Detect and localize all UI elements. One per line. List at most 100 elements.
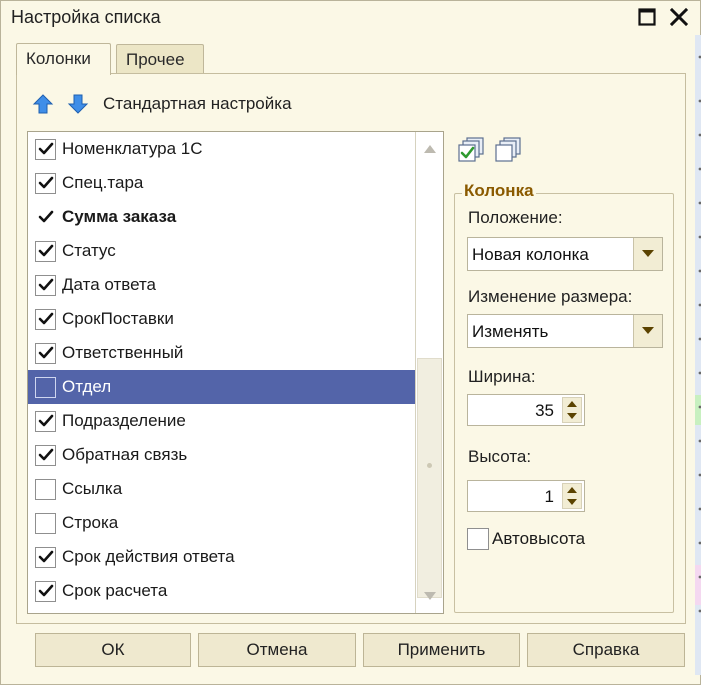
scrollbar-grip-icon xyxy=(427,463,432,468)
list-item[interactable]: Подразделение xyxy=(28,404,415,438)
checkmark-icon xyxy=(38,244,54,258)
checkmark-icon xyxy=(38,448,54,462)
column-checkbox[interactable] xyxy=(35,308,56,330)
column-label: Обратная связь xyxy=(62,445,188,464)
column-checkbox[interactable] xyxy=(35,444,56,466)
column-label: Номенклатура 1С xyxy=(62,139,203,158)
height-stepper[interactable]: 1 xyxy=(467,480,585,512)
width-spin-buttons[interactable] xyxy=(562,397,582,423)
height-spin-buttons[interactable] xyxy=(562,483,582,509)
column-checkbox[interactable] xyxy=(35,274,56,296)
column-label: Дата ответа xyxy=(62,275,157,294)
window-title: Настройка списка xyxy=(11,7,161,27)
list-item[interactable]: Срок расчета xyxy=(28,574,415,608)
column-label: Спец.тара xyxy=(62,173,144,192)
checkmark-icon xyxy=(38,550,54,564)
position-label: Положение: xyxy=(468,208,563,227)
spin-down-icon[interactable] xyxy=(567,413,577,419)
columns-list[interactable]: Номенклатура 1С Спец.тара Сумма заказа Стат… xyxy=(27,131,444,614)
checkmark-icon xyxy=(38,346,54,360)
columns-toolbar: Стандартная настройка xyxy=(31,91,292,117)
column-label: Срок расчета xyxy=(62,581,168,600)
list-item[interactable]: Ответственный xyxy=(28,336,415,370)
resize-select[interactable]: Изменять xyxy=(467,314,663,348)
list-item[interactable]: Сумма заказа xyxy=(28,200,415,234)
list-item[interactable]: Номенклатура 1С xyxy=(28,132,415,166)
title-bar: Настройка списка xyxy=(1,1,700,35)
column-checkbox[interactable] xyxy=(35,580,56,602)
columns-list-items: Номенклатура 1С Спец.тара Сумма заказа Стат… xyxy=(28,132,415,608)
list-settings-dialog: Настройка списка Колонки Прочее Стандарт… xyxy=(0,0,701,685)
chevron-down-icon[interactable] xyxy=(633,238,662,270)
list-item[interactable]: Статус xyxy=(28,234,415,268)
height-value: 1 xyxy=(544,487,554,506)
column-label: Статус xyxy=(62,241,116,260)
column-label: Отдел xyxy=(62,377,112,396)
checkmark-icon xyxy=(38,176,54,190)
tab-columns[interactable]: Колонки xyxy=(16,43,111,75)
group-title-column: Колонка xyxy=(462,181,536,201)
checkmark-icon xyxy=(38,584,54,598)
chevron-down-icon[interactable] xyxy=(633,315,662,347)
autoheight-checkbox[interactable] xyxy=(467,528,489,550)
column-label: Срок действия ответа xyxy=(62,547,235,566)
width-label: Ширина: xyxy=(468,367,536,386)
spin-up-icon[interactable] xyxy=(567,401,577,407)
column-label: Ссылка xyxy=(62,479,123,498)
resize-label: Изменение размера: xyxy=(468,287,633,306)
maximize-icon[interactable] xyxy=(637,7,657,27)
resize-select-value: Изменять xyxy=(472,322,549,341)
list-item[interactable]: Спец.тара xyxy=(28,166,415,200)
close-icon[interactable] xyxy=(669,7,689,27)
column-label: СрокПоставки xyxy=(62,309,174,328)
column-checkbox[interactable] xyxy=(35,512,56,534)
width-stepper[interactable]: 35 xyxy=(467,394,585,426)
standard-settings-link[interactable]: Стандартная настройка xyxy=(103,94,292,114)
list-item[interactable]: Срок действия ответа xyxy=(28,540,415,574)
column-label: Сумма заказа xyxy=(62,207,177,226)
tab-other[interactable]: Прочее xyxy=(116,44,204,75)
list-item[interactable]: Дата ответа xyxy=(28,268,415,302)
move-up-icon[interactable] xyxy=(31,92,55,116)
check-all-icon[interactable] xyxy=(457,135,487,165)
checkmark-icon xyxy=(38,210,54,224)
apply-button[interactable]: Применить xyxy=(363,633,520,667)
column-checkbox[interactable] xyxy=(35,240,56,262)
autoheight-option[interactable]: Автовысота xyxy=(467,528,585,550)
height-label: Высота: xyxy=(468,447,532,466)
column-label: Строка xyxy=(62,513,119,532)
help-button[interactable]: Справка xyxy=(527,633,685,667)
spin-up-icon[interactable] xyxy=(567,487,577,493)
list-item[interactable]: Обратная связь xyxy=(28,438,415,472)
column-checkbox[interactable] xyxy=(35,342,56,364)
move-down-icon[interactable] xyxy=(66,92,90,116)
column-checkbox[interactable] xyxy=(35,138,56,160)
checkmark-icon xyxy=(38,142,54,156)
column-checkbox[interactable] xyxy=(35,207,56,228)
column-checkbox[interactable] xyxy=(35,172,56,194)
spin-down-icon[interactable] xyxy=(567,499,577,505)
list-item[interactable]: Ссылка xyxy=(28,472,415,506)
position-select[interactable]: Новая колонка xyxy=(467,237,663,271)
column-checkbox[interactable] xyxy=(35,478,56,500)
cancel-button[interactable]: Отмена xyxy=(198,633,356,667)
uncheck-all-icon[interactable] xyxy=(494,135,524,165)
scroll-down-icon[interactable] xyxy=(416,579,443,613)
column-checkbox[interactable] xyxy=(35,546,56,568)
column-checkbox[interactable] xyxy=(35,410,56,432)
position-select-value: Новая колонка xyxy=(472,245,589,264)
scroll-up-icon[interactable] xyxy=(416,132,443,166)
column-label: Подразделение xyxy=(62,411,186,430)
column-checkbox[interactable] xyxy=(35,376,56,398)
checkmark-icon xyxy=(38,414,54,428)
autoheight-label: Автовысота xyxy=(492,529,586,548)
list-item[interactable]: СрокПоставки xyxy=(28,302,415,336)
checkmark-icon xyxy=(38,312,54,326)
width-value: 35 xyxy=(535,401,554,420)
list-item[interactable]: Строка xyxy=(28,506,415,540)
list-scrollbar[interactable] xyxy=(415,132,443,613)
ok-button[interactable]: ОК xyxy=(35,633,191,667)
list-item[interactable]: Отдел xyxy=(28,370,415,404)
scrollbar-thumb[interactable] xyxy=(417,358,442,598)
column-label: Ответственный xyxy=(62,343,184,362)
